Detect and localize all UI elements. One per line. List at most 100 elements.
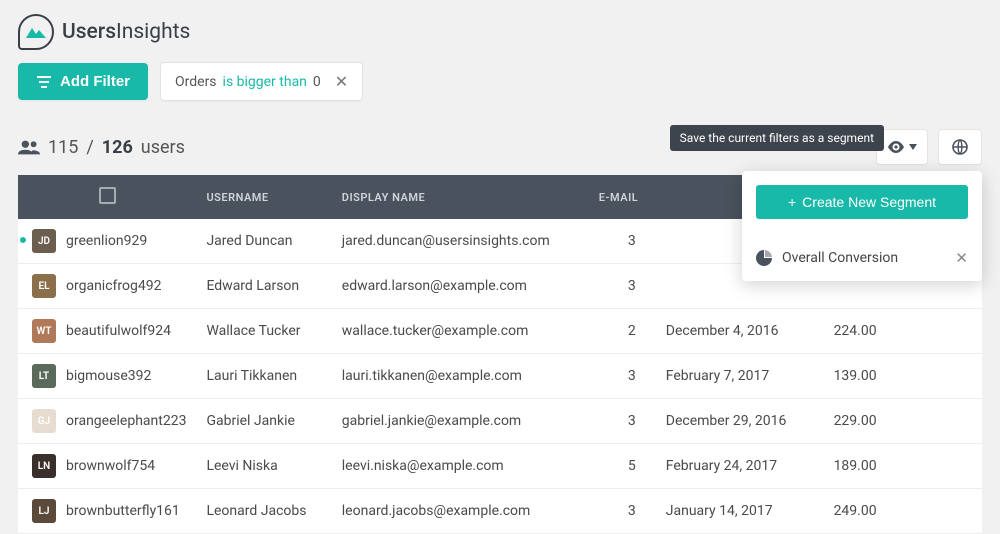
avatar: WT [32, 319, 56, 343]
avatar: GJ [32, 409, 56, 433]
cell-display-name: Leonard Jacobs [196, 489, 331, 534]
cell-last-order: February 24, 2017 [656, 444, 815, 489]
cell-orders: 2 [589, 309, 656, 354]
logo-text-a: Users [62, 20, 116, 44]
user-count-shown: 115 [48, 137, 78, 158]
segment-item[interactable]: Overall Conversion ✕ [756, 249, 968, 267]
username-text: beautifulwolf924 [66, 323, 171, 339]
eye-icon [887, 141, 905, 153]
cell-orders: 3 [589, 399, 656, 444]
header-checkbox-icon[interactable] [99, 187, 116, 204]
cell-display-name: Jared Duncan [196, 219, 331, 264]
cell-display-name: Edward Larson [196, 264, 331, 309]
create-segment-button[interactable]: + Create New Segment [756, 185, 968, 219]
table-row[interactable]: LJ brownbutterfly161 Leonard Jacobsleonard… [18, 489, 982, 534]
filter-icon [36, 74, 52, 90]
username-text: organicfrog492 [66, 278, 161, 294]
cell-value: 139.00 [814, 354, 896, 399]
pie-chart-icon [756, 250, 772, 266]
globe-button[interactable] [938, 129, 982, 165]
cell-email: jared.duncan@usersinsights.com [332, 219, 589, 264]
add-filter-button[interactable]: Add Filter [18, 63, 148, 100]
username-text: bigmouse392 [66, 368, 151, 384]
cell-value: 229.00 [814, 399, 896, 444]
cell-email: edward.larson@example.com [332, 264, 589, 309]
cell-email: gabriel.jankie@example.com [332, 399, 589, 444]
cell-display-name: Gabriel Jankie [196, 399, 331, 444]
logo-text-b: Insights [116, 20, 190, 44]
people-icon [18, 139, 40, 155]
caret-down-icon [909, 144, 917, 150]
online-dot-icon [20, 237, 26, 243]
cell-email: leonard.jacobs@example.com [332, 489, 589, 534]
user-count-sep: / [86, 137, 93, 158]
cell-orders: 3 [589, 354, 656, 399]
table-wrap: USERNAME DISPLAY NAME E-MAIL ORDERS E VA… [0, 175, 1000, 534]
create-segment-label: Create New Segment [802, 194, 936, 210]
table-row[interactable]: GJ orangeelephant223 Gabriel Jankiegabriel… [18, 399, 982, 444]
cell-username[interactable]: LN brownwolf754 [18, 444, 196, 488]
cell-display-name: Lauri Tikkanen [196, 354, 331, 399]
username-text: greenlion929 [66, 233, 147, 249]
cell-username[interactable]: LT bigmouse392 [18, 354, 196, 398]
cell-username[interactable]: EL organicfrog492 [18, 264, 196, 308]
cell-value: 224.00 [814, 309, 896, 354]
cell-last-order: January 14, 2017 [656, 489, 815, 534]
logo-mark-icon [18, 14, 54, 50]
col-username[interactable]: USERNAME [196, 175, 331, 219]
cell-username[interactable]: JD greenlion929 [18, 219, 196, 263]
col-checkbox[interactable] [18, 175, 196, 219]
add-filter-label: Add Filter [60, 73, 130, 90]
cell-display-name: Leevi Niska [196, 444, 331, 489]
cell-orders: 3 [589, 219, 656, 264]
cell-email: leevi.niska@example.com [332, 444, 589, 489]
filter-chip[interactable]: Orders is bigger than 0 ✕ [160, 62, 363, 101]
filter-operator: is bigger than [223, 74, 307, 90]
filter-value: 0 [313, 74, 321, 90]
username-text: brownwolf754 [66, 458, 155, 474]
filter-remove-icon[interactable]: ✕ [331, 72, 352, 91]
plus-icon: + [788, 194, 796, 210]
cell-value: 249.00 [814, 489, 896, 534]
col-display-name[interactable]: DISPLAY NAME [332, 175, 589, 219]
cell-display-name: Wallace Tucker [196, 309, 331, 354]
user-count-total: 126 [102, 137, 133, 158]
topbar: UsersInsights [0, 0, 1000, 50]
cell-last-order: February 7, 2017 [656, 354, 815, 399]
logo-text: UsersInsights [62, 20, 190, 44]
avatar: JD [32, 229, 56, 253]
cell-orders: 3 [589, 264, 656, 309]
avatar: LJ [32, 499, 56, 523]
cell-username[interactable]: GJ orangeelephant223 [18, 399, 196, 443]
user-count-suffix: users [141, 137, 185, 158]
cell-username[interactable]: WT beautifulwolf924 [18, 309, 196, 353]
user-count: 115 / 126 users [18, 137, 185, 158]
summary-row: 115 / 126 users Save the current filters… [0, 101, 1000, 175]
segment-item-label: Overall Conversion [782, 250, 898, 266]
cell-last-order: December 29, 2016 [656, 399, 815, 444]
avatar: EL [32, 274, 56, 298]
table-row[interactable]: LT bigmouse392 Lauri Tikkanenlauri.tikkane… [18, 354, 982, 399]
col-email[interactable]: E-MAIL [589, 175, 656, 219]
cell-value: 189.00 [814, 444, 896, 489]
segment-item-close-icon[interactable]: ✕ [955, 249, 968, 267]
cell-last-order: December 4, 2016 [656, 309, 815, 354]
table-row[interactable]: WT beautifulwolf924 Wallace Tuckerwallace.… [18, 309, 982, 354]
cell-username[interactable]: LJ brownbutterfly161 [18, 489, 196, 533]
cell-email: wallace.tucker@example.com [332, 309, 589, 354]
avatar: LT [32, 364, 56, 388]
filters-row: Add Filter Orders is bigger than 0 ✕ [0, 50, 1000, 101]
segment-popover: + Create New Segment Overall Conversion … [742, 171, 982, 281]
username-text: brownbutterfly161 [66, 503, 180, 519]
logo[interactable]: UsersInsights [18, 14, 190, 50]
cell-orders: 5 [589, 444, 656, 489]
cell-orders: 3 [589, 489, 656, 534]
cell-email: lauri.tikkanen@example.com [332, 354, 589, 399]
globe-icon [952, 139, 968, 155]
table-row[interactable]: LN brownwolf754 Leevi Niskaleevi.niska@exa… [18, 444, 982, 489]
username-text: orangeelephant223 [66, 413, 186, 429]
toolbar-right [876, 129, 982, 165]
avatar: LN [32, 454, 56, 478]
save-segment-tooltip: Save the current filters as a segment [670, 125, 884, 151]
filter-field: Orders [175, 74, 217, 90]
